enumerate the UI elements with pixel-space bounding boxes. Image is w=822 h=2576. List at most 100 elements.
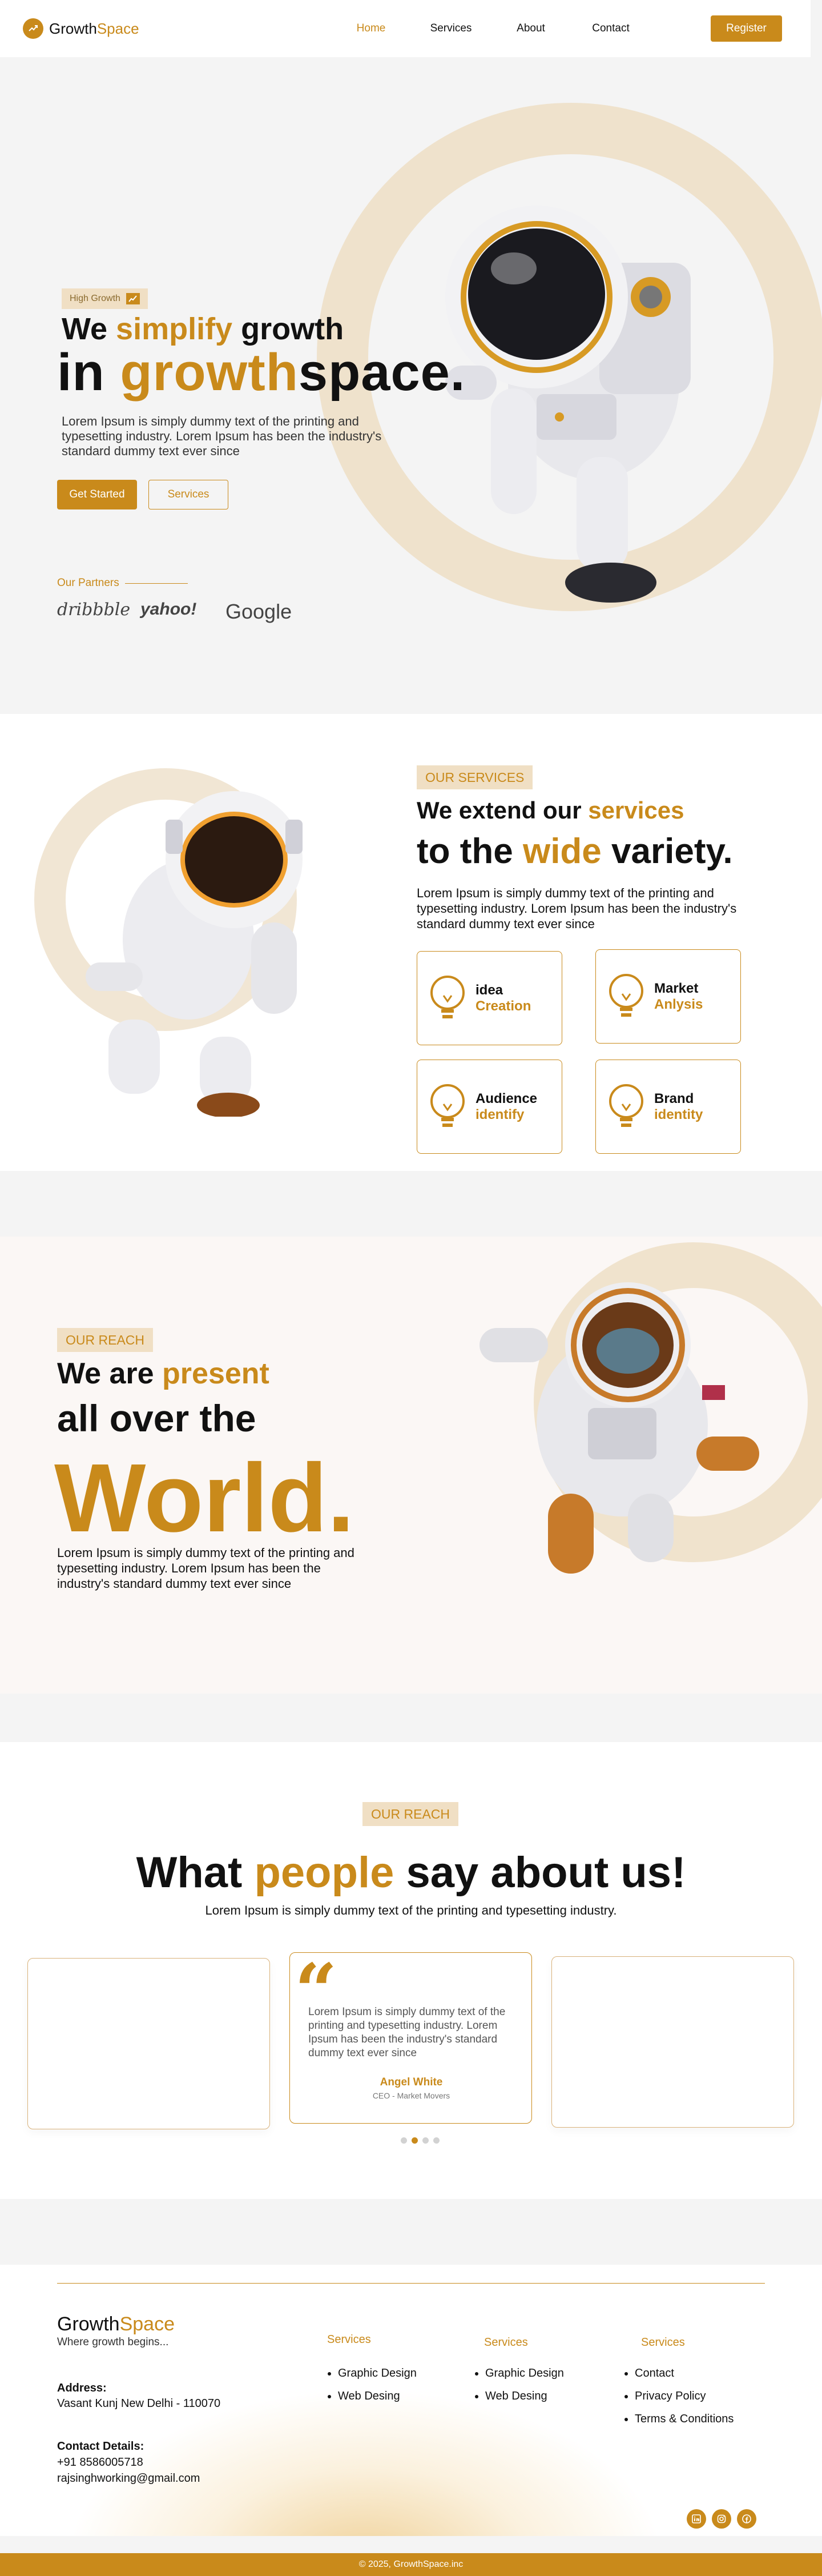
lightbulb-icon xyxy=(430,1084,465,1127)
our-services-badge: OUR SERVICES xyxy=(417,765,533,789)
hero-headline-part: in xyxy=(57,343,120,402)
hero-headline-highlight: growth xyxy=(120,343,299,402)
contact-label: Contact Details: xyxy=(57,2440,144,2453)
contact-email[interactable]: rajsinghworking@gmail.com xyxy=(57,2472,200,2485)
register-button[interactable]: Register xyxy=(711,15,782,42)
testimonial-text: Lorem Ipsum is simply dummy text of the … xyxy=(308,2006,506,2059)
brand-name-part2: Space xyxy=(96,19,139,37)
footer-col2-list: Graphic Design Web Desing xyxy=(485,2362,564,2408)
service-card-subtitle: Anlysis xyxy=(654,996,703,1012)
testimonial-role: CEO - Market Movers xyxy=(372,2091,450,2100)
nav-link-services[interactable]: Services xyxy=(411,22,491,35)
hero-headline-highlight: simplify xyxy=(116,312,233,346)
services-heading-part: We extend our xyxy=(417,797,589,824)
testimonial-card-center[interactable]: “ Lorem Ipsum is simply dummy text of th… xyxy=(289,1952,532,2124)
brand-logo[interactable]: GrowthSpace xyxy=(23,18,139,39)
testimonials-heading-part: What xyxy=(136,1848,255,1897)
footer-logo-part2: Space xyxy=(119,2313,175,2335)
footer-logo[interactable]: GrowthSpace xyxy=(57,2313,175,2336)
service-card-title: Market xyxy=(654,980,699,996)
footer-link-terms[interactable]: Terms & Conditions xyxy=(635,2408,734,2430)
testimonials-section: OUR REACH What people say about us! Lore… xyxy=(0,1742,822,2199)
navbar: GrowthSpace Home Services About Contact … xyxy=(0,0,811,57)
astronaut-services-illustration xyxy=(86,791,303,1117)
footer-logo-part1: Growth xyxy=(57,2313,120,2335)
footer: GrowthSpace Where growth begins... Addre… xyxy=(0,2265,822,2536)
service-card-brand-identity[interactable]: Brand identity xyxy=(595,1060,741,1154)
partners-heading: Our Partners xyxy=(57,577,188,589)
service-card-subtitle: identify xyxy=(476,1106,525,1122)
footer-link-graphic-design[interactable]: Graphic Design xyxy=(338,2362,417,2385)
partner-logo-google: Google xyxy=(225,600,292,623)
service-card-idea-creation[interactable]: idea Creation xyxy=(417,951,562,1045)
services-heading-line2: to the wide variety. xyxy=(417,831,733,872)
footer-col3-title: Services xyxy=(641,2336,685,2349)
lightbulb-icon xyxy=(609,1084,643,1127)
footer-link-privacy-policy[interactable]: Privacy Policy xyxy=(635,2385,734,2408)
testimonials-heading-highlight: people xyxy=(254,1848,394,1897)
footer-link-web-design[interactable]: Web Desing xyxy=(338,2385,417,2408)
contact-phone[interactable]: +91 8586005718 xyxy=(57,2456,143,2469)
footer-link-contact[interactable]: Contact xyxy=(635,2362,734,2385)
growth-chart-icon xyxy=(126,293,140,304)
reach-heading-world: World. xyxy=(54,1444,354,1552)
services-heading-part: to the xyxy=(417,832,523,871)
hero-headline-line2: in growthspace. xyxy=(57,343,465,403)
brand-name-part1: Growth xyxy=(49,19,97,37)
service-card-title: Audience xyxy=(476,1090,538,1106)
footer-tagline: Where growth begins... xyxy=(57,2336,169,2348)
footer-col3-list: Contact Privacy Policy Terms & Condition… xyxy=(635,2362,734,2430)
testimonials-badge: OUR REACH xyxy=(362,1802,459,1826)
address-label: Address: xyxy=(57,2382,107,2394)
services-heading-highlight: wide xyxy=(522,832,602,871)
footer-link-web-design[interactable]: Web Desing xyxy=(485,2385,564,2408)
lightbulb-icon xyxy=(430,975,465,1018)
high-growth-badge: High Growth xyxy=(62,288,148,309)
testimonial-card-left[interactable] xyxy=(27,1958,270,2129)
services-description: Lorem Ipsum is simply dummy text of the … xyxy=(417,886,737,931)
social-links xyxy=(687,2509,756,2529)
instagram-icon[interactable] xyxy=(712,2509,731,2529)
high-growth-label: High Growth xyxy=(70,294,120,303)
services-button[interactable]: Services xyxy=(148,480,228,509)
service-card-market-analysis[interactable]: Market Anlysis xyxy=(595,949,741,1044)
service-card-subtitle: Creation xyxy=(476,998,531,1014)
get-started-button[interactable]: Get Started xyxy=(57,480,137,509)
testimonials-heading-part: say about us! xyxy=(394,1848,686,1897)
services-section: OUR SERVICES We extend our services to t… xyxy=(0,714,822,1171)
hero-headline-part: We xyxy=(62,312,116,346)
nav-links: Home Services About Contact xyxy=(331,22,651,35)
footer-col1-list: Graphic Design Web Desing xyxy=(338,2362,417,2408)
reach-description: Lorem Ipsum is simply dummy text of the … xyxy=(57,1546,354,1591)
service-card-audience-identify[interactable]: Audience identify xyxy=(417,1060,562,1154)
nav-link-contact[interactable]: Contact xyxy=(571,22,651,35)
reach-heading-part: We are xyxy=(57,1357,163,1390)
reach-heading-line2: all over the xyxy=(57,1397,256,1439)
partners-divider xyxy=(124,583,188,584)
nav-link-about[interactable]: About xyxy=(491,22,571,35)
nav-link-home[interactable]: Home xyxy=(331,22,411,35)
testimonials-subheading: Lorem Ipsum is simply dummy text of the … xyxy=(205,1903,617,1917)
reach-heading-line1: We are present xyxy=(57,1357,269,1391)
testimonial-card-right[interactable] xyxy=(551,1956,794,2128)
partner-logo-dribbble: dribbble xyxy=(57,600,131,620)
hero-headline-part: growth xyxy=(232,312,344,346)
carousel-dots xyxy=(401,2137,440,2144)
carousel-dot[interactable] xyxy=(422,2137,429,2144)
hero-headline-part: space. xyxy=(298,343,466,402)
hero-headline-line1: We simplify growth xyxy=(62,311,344,347)
linkedin-icon[interactable] xyxy=(687,2509,706,2529)
service-card-subtitle: identity xyxy=(654,1106,703,1122)
services-heading-line1: We extend our services xyxy=(417,797,684,824)
carousel-dot[interactable] xyxy=(433,2137,440,2144)
lightbulb-icon xyxy=(609,973,643,1017)
astronaut-reach-illustration xyxy=(480,1282,759,1574)
testimonial-author: Angel White xyxy=(380,2076,443,2088)
footer-col2-title: Services xyxy=(484,2336,528,2349)
hero-description: Lorem Ipsum is simply dummy text of the … xyxy=(62,414,382,458)
footer-col1-title: Services xyxy=(327,2333,371,2346)
facebook-icon[interactable] xyxy=(737,2509,756,2529)
carousel-dot[interactable] xyxy=(401,2137,407,2144)
carousel-dot-active[interactable] xyxy=(412,2137,418,2144)
footer-link-graphic-design[interactable]: Graphic Design xyxy=(485,2362,564,2385)
